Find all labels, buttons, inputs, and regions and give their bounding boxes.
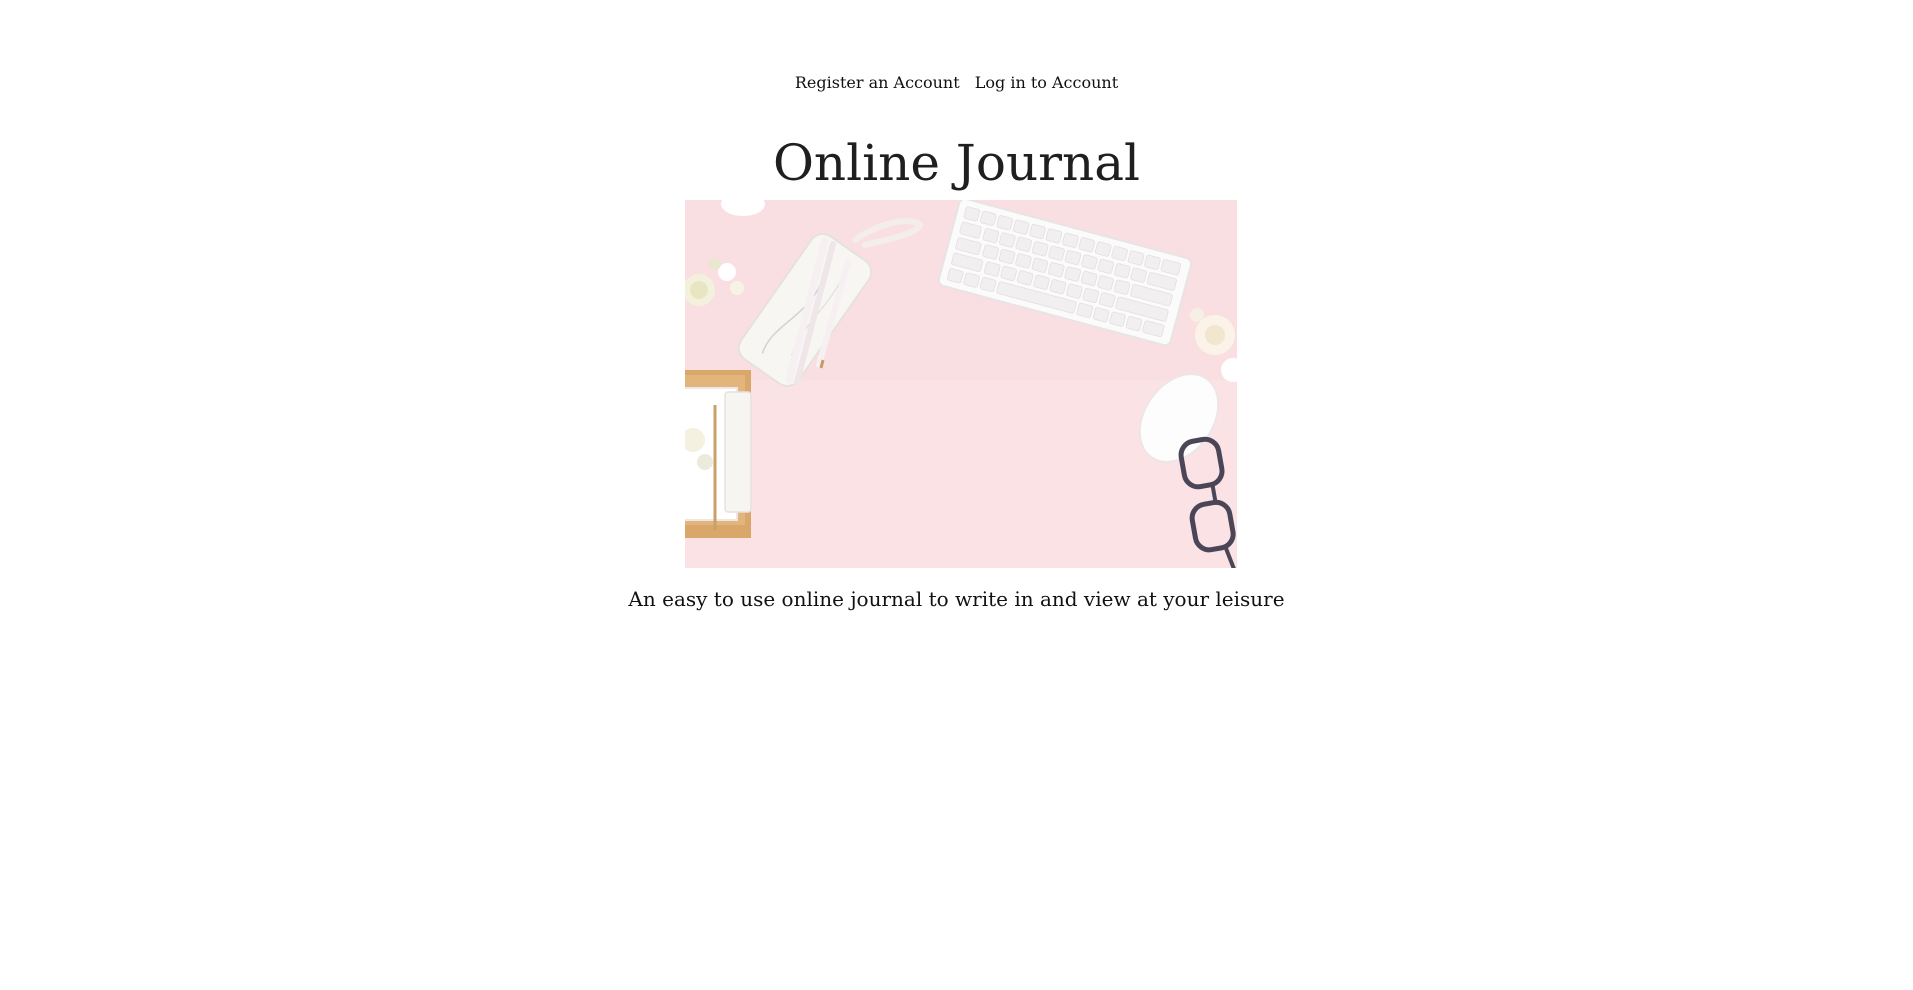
notebook-shape	[685, 370, 752, 538]
top-nav: Register an Account Log in to Account	[0, 72, 1913, 94]
register-link[interactable]: Register an Account	[795, 73, 960, 92]
landing-page: Register an Account Log in to Account On…	[0, 0, 1913, 990]
login-link[interactable]: Log in to Account	[975, 73, 1118, 92]
page-title: Online Journal	[772, 134, 1141, 192]
tagline: An easy to use online journal to write i…	[628, 587, 1285, 611]
hero-image	[685, 200, 1237, 568]
